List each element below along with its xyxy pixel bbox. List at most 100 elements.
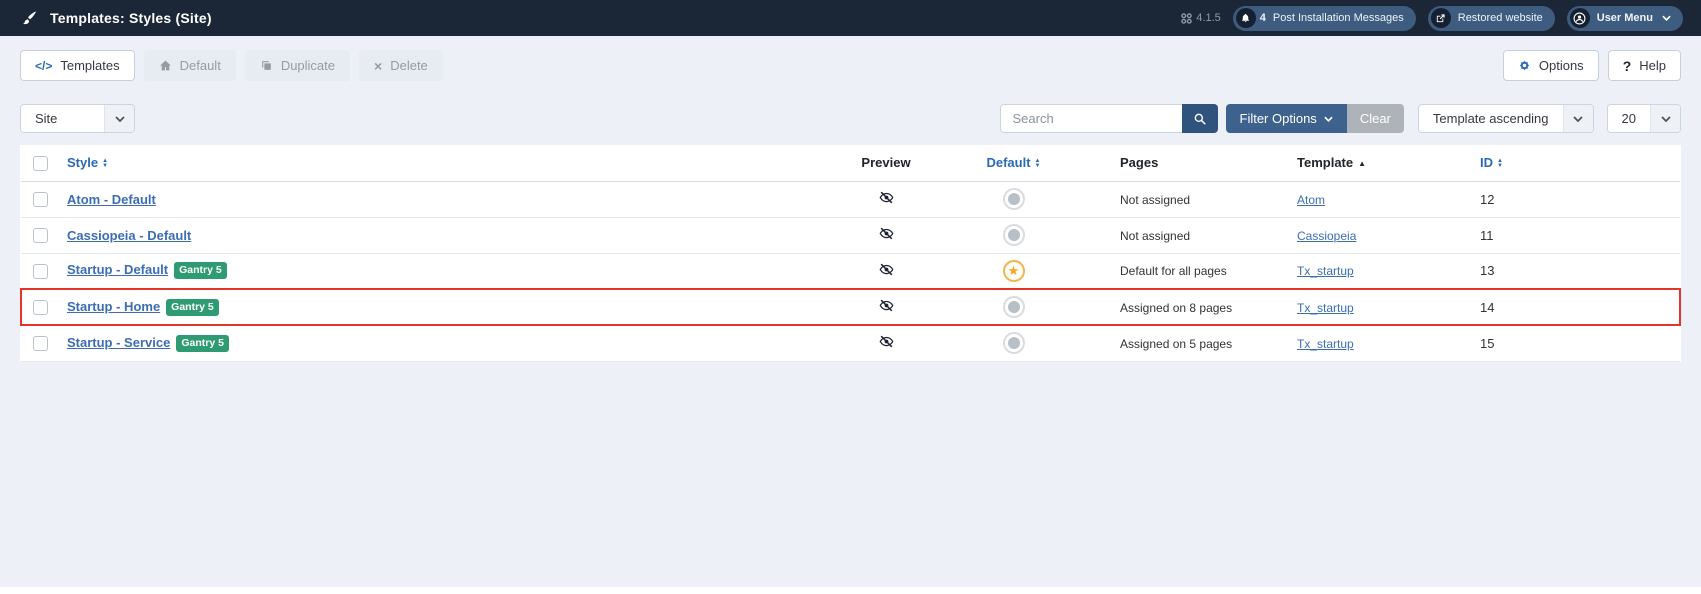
chevron-down-icon	[1563, 105, 1593, 132]
sort-icon: ▲▼	[102, 159, 108, 169]
row-checkbox[interactable]	[33, 336, 48, 351]
set-default-button[interactable]	[1003, 332, 1025, 354]
user-icon	[1570, 8, 1590, 28]
table-row: Atom - Default Not assigned Atom 12	[21, 181, 1680, 217]
question-icon: ?	[1623, 58, 1632, 74]
pages-status: Assigned on 8 pages	[1120, 301, 1232, 315]
limit-select-value: 20	[1608, 105, 1650, 132]
search-button[interactable]	[1182, 104, 1218, 133]
external-link-icon	[1431, 8, 1451, 28]
template-link[interactable]: Atom	[1297, 193, 1325, 207]
chevron-down-icon	[104, 105, 134, 132]
set-default-button[interactable]	[1003, 224, 1025, 246]
search-icon	[1193, 112, 1207, 126]
styles-table-card: Style▲▼ Preview Default▲▼ Pages Template…	[20, 145, 1681, 362]
gantry-badge: Gantry 5	[166, 299, 219, 316]
version-text: 4.1.5	[1196, 12, 1220, 24]
eye-slash-icon	[878, 298, 895, 313]
clear-button-label: Clear	[1360, 111, 1391, 126]
default-button[interactable]: Default	[144, 50, 236, 81]
bell-icon	[1236, 8, 1256, 28]
search-input[interactable]	[1000, 104, 1182, 133]
set-default-button[interactable]	[1003, 188, 1025, 210]
row-checkbox[interactable]	[33, 192, 48, 207]
post-installation-messages-button[interactable]: 4 Post Installation Messages	[1233, 6, 1416, 31]
style-link[interactable]: Cassiopeia - Default	[67, 228, 191, 243]
options-button-label: Options	[1539, 58, 1584, 73]
eye-slash-icon	[878, 262, 895, 277]
home-icon	[159, 59, 172, 72]
style-link[interactable]: Startup - Service	[67, 335, 170, 350]
template-link[interactable]: Tx_startup	[1297, 337, 1354, 351]
help-button-label: Help	[1639, 58, 1666, 73]
chevron-down-icon	[1662, 15, 1671, 21]
user-menu-button[interactable]: User Menu	[1567, 6, 1683, 31]
template-link[interactable]: Tx_startup	[1297, 301, 1354, 315]
delete-button-label: Delete	[390, 58, 428, 73]
sort-ascending-icon: ▲	[1358, 159, 1366, 168]
messages-label: Post Installation Messages	[1273, 12, 1404, 24]
code-icon: </>	[35, 59, 52, 73]
default-button-label: Default	[180, 58, 221, 73]
user-menu-label: User Menu	[1597, 12, 1653, 24]
row-checkbox[interactable]	[33, 264, 48, 279]
joomla-version: 4.1.5	[1181, 12, 1220, 24]
templates-button[interactable]: </> Templates	[20, 50, 135, 81]
column-header-style[interactable]: Style▲▼	[59, 145, 831, 181]
duplicate-button[interactable]: Duplicate	[245, 50, 350, 81]
template-link[interactable]: Cassiopeia	[1297, 229, 1356, 243]
page-title: Templates: Styles (Site)	[50, 10, 212, 26]
eye-slash-icon	[878, 226, 895, 241]
column-header-preview: Preview	[831, 145, 941, 181]
close-icon: ×	[374, 58, 382, 74]
style-id: 11	[1480, 228, 1494, 243]
eye-slash-icon	[878, 334, 895, 349]
star-icon: ★	[1008, 264, 1020, 277]
style-id: 12	[1480, 192, 1494, 207]
templates-button-label: Templates	[60, 58, 119, 73]
table-row: Startup - ServiceGantry 5 Assigned on 5 …	[21, 325, 1680, 361]
limit-select[interactable]: 20	[1607, 104, 1681, 133]
table-header-row: Style▲▼ Preview Default▲▼ Pages Template…	[21, 145, 1680, 181]
bottom-strip	[0, 587, 1701, 594]
clear-button[interactable]: Clear	[1347, 104, 1404, 133]
column-header-id[interactable]: ID▲▼	[1476, 145, 1680, 181]
sort-select-value: Template ascending	[1419, 105, 1563, 132]
chevron-down-icon	[1324, 116, 1333, 122]
table-row-highlighted: Startup - Home Gantry 5 Assigned on 8 pag…	[21, 289, 1680, 325]
column-header-default[interactable]: Default▲▼	[941, 145, 1086, 181]
sort-select[interactable]: Template ascending	[1418, 104, 1594, 133]
style-link[interactable]: Atom - Default	[67, 192, 156, 207]
template-link[interactable]: Tx_startup	[1297, 264, 1354, 278]
sort-icon: ▲▼	[1035, 159, 1041, 169]
gantry-badge: Gantry 5	[174, 262, 227, 279]
style-id: 15	[1480, 336, 1494, 351]
duplicate-button-label: Duplicate	[281, 58, 335, 73]
copy-icon	[260, 59, 273, 72]
style-id: 14	[1480, 300, 1494, 315]
eye-slash-icon	[878, 190, 895, 205]
options-button[interactable]: Options	[1503, 50, 1599, 81]
filter-options-button[interactable]: Filter Options	[1226, 104, 1347, 133]
style-link[interactable]: Startup - Default	[67, 262, 168, 277]
chevron-down-icon	[1650, 105, 1680, 132]
delete-button[interactable]: × Delete	[359, 50, 443, 81]
table-row: Cassiopeia - Default Not assigned Cassio…	[21, 217, 1680, 253]
site-preview-button[interactable]: Restored website	[1428, 6, 1555, 31]
help-button[interactable]: ? Help	[1608, 50, 1681, 81]
gantry-badge: Gantry 5	[176, 335, 229, 352]
pages-status: Default for all pages	[1120, 264, 1227, 278]
select-all-checkbox[interactable]	[33, 156, 48, 171]
site-link-label: Restored website	[1458, 12, 1543, 24]
row-checkbox[interactable]	[33, 228, 48, 243]
set-default-button[interactable]	[1003, 296, 1025, 318]
filter-options-label: Filter Options	[1240, 111, 1317, 126]
pages-status: Not assigned	[1120, 193, 1190, 207]
client-select[interactable]: Site	[20, 104, 135, 133]
client-select-value: Site	[21, 105, 104, 132]
row-checkbox[interactable]	[33, 300, 48, 315]
style-link[interactable]: Startup - Home	[67, 299, 160, 314]
default-style-star-button[interactable]: ★	[1003, 260, 1025, 282]
admin-topbar: Templates: Styles (Site) 4.1.5 4 Post In…	[0, 0, 1701, 36]
column-header-template[interactable]: Template▲	[1291, 145, 1476, 181]
